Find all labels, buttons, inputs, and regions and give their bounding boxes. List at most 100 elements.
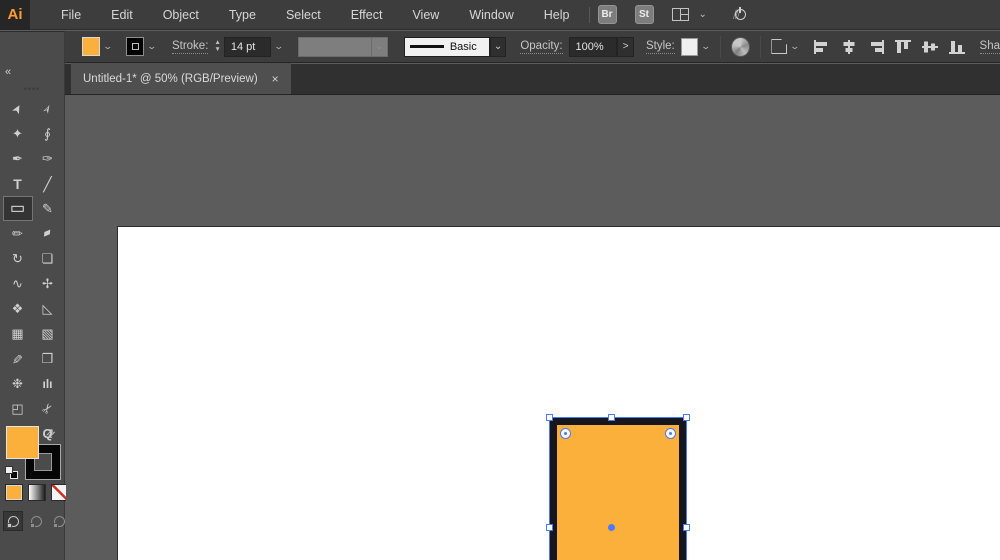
vertical-align-center-icon[interactable]: [921, 39, 939, 55]
horizontal-align-left-icon[interactable]: [813, 39, 831, 55]
gpu-performance-icon[interactable]: ⫻: [733, 7, 746, 23]
tool-symbol-sprayer[interactable]: ❉: [3, 371, 33, 396]
stroke-weight-chevron-icon[interactable]: ⌄: [273, 41, 284, 52]
menu-type[interactable]: Type: [214, 0, 271, 30]
menu-view[interactable]: View: [397, 0, 454, 30]
tool-shape-builder[interactable]: ❖: [3, 296, 33, 321]
menu-bar: Ai FileEditObjectTypeSelectEffectViewWin…: [0, 0, 1000, 30]
collapse-panel-icon[interactable]: «: [5, 66, 11, 78]
selection-handle-n[interactable]: [608, 414, 615, 421]
tool-slice[interactable]: ✂: [33, 396, 63, 421]
tool-column-graph[interactable]: ılı: [33, 371, 63, 396]
tool-rectangle[interactable]: ▭: [3, 196, 33, 221]
document-tab-bar: Untitled-1* @ 50% (RGB/Preview) ×: [65, 64, 1000, 95]
corner-radius-widget-ne[interactable]: [665, 428, 676, 439]
horizontal-align-right-icon[interactable]: [867, 39, 885, 55]
brush-definition-dropdown[interactable]: Basic: [404, 37, 490, 57]
selection-handle-ne[interactable]: [683, 414, 690, 421]
document-tab-title: Untitled-1* @ 50% (RGB/Preview): [83, 73, 258, 85]
menu-items: FileEditObjectTypeSelectEffectViewWindow…: [46, 0, 585, 30]
transform-chevron-icon[interactable]: ⌄: [789, 41, 800, 52]
bridge-button[interactable]: Br: [598, 5, 617, 24]
menu-file[interactable]: File: [46, 0, 96, 30]
shape-center-point[interactable]: [608, 524, 615, 531]
selection-handle-nw[interactable]: [546, 414, 553, 421]
stroke-color-swatch[interactable]: [126, 37, 145, 56]
menu-effect[interactable]: Effect: [336, 0, 398, 30]
tool-width[interactable]: ∿: [3, 271, 33, 296]
selection-handle-w[interactable]: [546, 524, 553, 531]
stroke-chevron-icon[interactable]: ⌄: [147, 41, 158, 52]
vertical-align-bottom-icon[interactable]: [948, 39, 966, 55]
stock-button[interactable]: St: [635, 5, 654, 24]
draw-normal-button[interactable]: [3, 511, 23, 531]
brush-chevron-button[interactable]: ⌄: [490, 37, 507, 57]
tool-paintbrush[interactable]: ✎: [33, 196, 63, 221]
control-divider: [720, 36, 721, 58]
tool-curvature[interactable]: ✑: [33, 146, 63, 171]
recolor-artwork-icon[interactable]: [731, 37, 751, 57]
stroke-panel-link[interactable]: Stroke:: [172, 40, 208, 54]
swatch-mode-buttons: [5, 484, 69, 501]
stroke-weight-stepper[interactable]: ▲▼: [214, 40, 220, 53]
vertical-align-top-icon[interactable]: [894, 39, 912, 55]
control-divider: [760, 36, 761, 58]
brush-name: Basic: [450, 41, 477, 53]
tool-shaper[interactable]: ✏: [3, 221, 33, 246]
default-fill-stroke-icon[interactable]: [5, 466, 18, 479]
illustrator-window: Ai FileEditObjectTypeSelectEffectViewWin…: [0, 0, 1000, 560]
shape-panel-link[interactable]: Sha: [980, 40, 1000, 54]
menu-window[interactable]: Window: [454, 0, 528, 30]
style-panel-link[interactable]: Style:: [646, 40, 675, 54]
close-icon[interactable]: ×: [272, 72, 279, 86]
tool-artboard[interactable]: ◰: [3, 396, 33, 421]
tool-rotate[interactable]: ↻: [3, 246, 33, 271]
fill-color-swatch[interactable]: [82, 37, 101, 56]
tool-pen[interactable]: ✒: [3, 146, 33, 171]
tool-scale[interactable]: ❏: [33, 246, 63, 271]
fill-indicator[interactable]: [6, 426, 39, 459]
tool-line[interactable]: ╱: [33, 171, 63, 196]
chevron-down-icon[interactable]: ⌄: [699, 10, 707, 20]
artboard[interactable]: [117, 226, 1000, 560]
width-profile-dropdown[interactable]: ⌄: [298, 37, 388, 57]
fill-chevron-icon[interactable]: ⌄: [103, 41, 114, 52]
gradient-mode-button[interactable]: [28, 484, 46, 501]
tool-selection[interactable]: ➤: [3, 96, 33, 121]
menu-help[interactable]: Help: [529, 0, 585, 30]
brush-stroke-preview: [410, 45, 444, 48]
corner-radius-widget-nw[interactable]: [560, 428, 571, 439]
transform-icon[interactable]: [771, 39, 787, 54]
menu-select[interactable]: Select: [271, 0, 336, 30]
canvas[interactable]: [66, 96, 1000, 560]
tool-lasso[interactable]: ∮: [33, 121, 63, 146]
selected-rectangle-shape[interactable]: [550, 418, 686, 560]
tool-gradient[interactable]: ▧: [33, 321, 63, 346]
document-tab[interactable]: Untitled-1* @ 50% (RGB/Preview) ×: [71, 63, 291, 94]
tool-direct-selection[interactable]: ➢: [33, 96, 63, 121]
opacity-panel-link[interactable]: Opacity:: [520, 40, 562, 54]
opacity-field[interactable]: 100%: [569, 37, 618, 57]
tool-magic-wand[interactable]: ✦: [3, 121, 33, 146]
tool-mesh[interactable]: ▦: [3, 321, 33, 346]
graphic-style-swatch[interactable]: [681, 38, 699, 56]
menu-object[interactable]: Object: [148, 0, 214, 30]
app-logo[interactable]: Ai: [0, 0, 30, 30]
horizontal-align-center-icon[interactable]: [840, 39, 858, 55]
draw-behind-button[interactable]: [26, 511, 46, 531]
selection-handle-e[interactable]: [683, 524, 690, 531]
tool-type[interactable]: T: [3, 171, 33, 196]
tool-blend[interactable]: ❒: [33, 346, 63, 371]
panel-drag-handle[interactable]: ••••: [0, 84, 64, 94]
opacity-more-button[interactable]: >: [617, 37, 634, 57]
workspace-switcher-icon[interactable]: [672, 8, 689, 21]
style-chevron-icon[interactable]: ⌄: [701, 41, 712, 52]
stroke-weight-field[interactable]: 14 pt: [224, 37, 271, 57]
tool-puppet-warp[interactable]: ✢: [33, 271, 63, 296]
color-mode-button[interactable]: [5, 484, 23, 501]
tool-perspective-grid[interactable]: ◺: [33, 296, 63, 321]
tool-eraser[interactable]: ▰: [33, 221, 63, 246]
menu-edit[interactable]: Edit: [96, 0, 148, 30]
tool-grid: ➤ ➢ ✦ ∮ ✒ ✑ T ╱ ▭ ✎ ✏ ▰: [0, 96, 65, 446]
tool-eyedropper[interactable]: ✐: [3, 346, 33, 371]
